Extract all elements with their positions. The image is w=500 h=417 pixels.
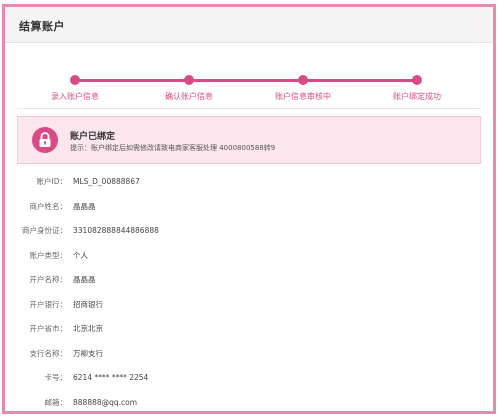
info-value: 331082888844886888 xyxy=(73,226,159,235)
status-hint: 提示：账户绑定后如需修改请致电商家客服处理 4000800588转9 xyxy=(70,144,276,152)
info-value: 晶晶晶 xyxy=(73,201,96,211)
info-row-account-type: 账户类型： 个人 xyxy=(5,244,493,269)
progress-line xyxy=(75,79,417,82)
settlement-panel: 结算账户 录入账户信息 确认账户信息 账户信息审核中 账户绑定成功 账户已绑定 … xyxy=(2,4,496,414)
account-info-list: 账户ID： MLS_D_00888867 商户姓名： 晶晶晶 商户身份证： 33… xyxy=(5,170,493,415)
info-row-merchant-name: 商户姓名： 晶晶晶 xyxy=(5,195,493,220)
info-value: 万柳支行 xyxy=(73,348,103,358)
info-label: 开户名称： xyxy=(29,275,68,284)
info-row-province-city: 开户省市： 北京北京 xyxy=(5,317,493,342)
step-label-4: 账户绑定成功 xyxy=(393,92,441,101)
info-value: 北京北京 xyxy=(73,324,103,333)
info-label: 账户类型： xyxy=(29,250,68,260)
info-row-bank: 开户银行： 招商银行 xyxy=(5,293,493,318)
info-value: 6214 **** **** 2254 xyxy=(73,373,149,382)
step-dot xyxy=(298,75,308,85)
step-label-3: 账户信息审核中 xyxy=(275,92,331,101)
info-row-account-id: 账户ID： MLS_D_00888867 xyxy=(5,170,493,195)
info-row-card-number: 卡号： 6214 **** **** 2254 xyxy=(5,366,493,391)
info-label: 开户银行： xyxy=(29,299,68,309)
info-row-branch: 支行名称： 万柳支行 xyxy=(5,342,493,367)
info-row-account-name: 开户名称： 晶晶晶 xyxy=(5,268,493,293)
progress-steps: 录入账户信息 确认账户信息 账户信息审核中 账户绑定成功 xyxy=(17,43,481,109)
info-label: 卡号： xyxy=(44,373,68,382)
page-title: 结算账户 xyxy=(19,20,65,33)
info-label: 商户身份证： xyxy=(22,226,67,235)
info-label: 开户省市： xyxy=(29,324,68,333)
info-value: 晶晶晶 xyxy=(73,275,96,284)
info-value: MLS_D_00888867 xyxy=(73,177,140,186)
info-row-id-card: 商户身份证： 331082888844886888 xyxy=(5,219,493,244)
info-label: 支行名称： xyxy=(29,348,68,358)
info-value: 个人 xyxy=(73,250,88,260)
step-dot xyxy=(412,75,422,85)
info-label: 邮箱： xyxy=(44,397,68,407)
bound-status-banner: 账户已绑定 提示：账户绑定后如需修改请致电商家客服处理 4000800588转9 xyxy=(17,116,481,164)
panel-header: 结算账户 xyxy=(5,7,493,43)
status-title: 账户已绑定 xyxy=(70,132,116,142)
info-value: 招商银行 xyxy=(73,299,103,309)
info-label: 商户姓名： xyxy=(29,201,68,211)
lock-icon xyxy=(32,127,58,153)
step-label-2: 确认账户信息 xyxy=(165,92,213,101)
info-value: 888888@qq.com xyxy=(73,397,138,407)
info-row-email: 邮箱： 888888@qq.com xyxy=(5,391,493,416)
step-label-1: 录入账户信息 xyxy=(51,92,99,101)
step-dot xyxy=(184,75,194,85)
step-dot xyxy=(70,75,80,85)
info-label: 账户ID： xyxy=(36,177,68,186)
